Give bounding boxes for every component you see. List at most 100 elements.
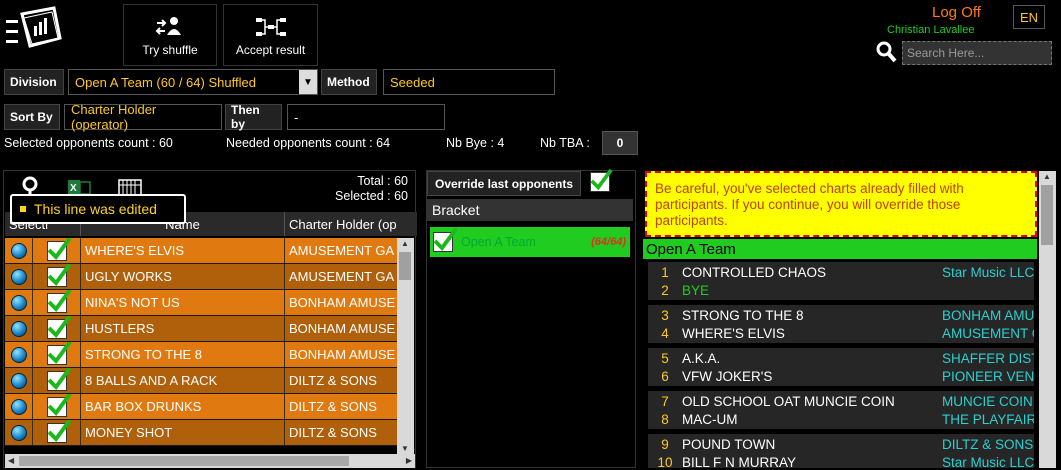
tba-value: 0 xyxy=(602,131,638,155)
logoff-link[interactable]: Log Off xyxy=(932,4,981,21)
team-owner: Star Music LLC xyxy=(942,454,1034,469)
team-title: Open A Team xyxy=(643,239,1037,259)
team-owner: Star Music LLC xyxy=(942,264,1034,280)
row-checkbox[interactable] xyxy=(46,420,72,443)
list-item[interactable]: 1 CONTROLLED CHAOS Star Music LLC xyxy=(648,263,1034,281)
row-holder: AMUSEMENT GA xyxy=(289,269,395,284)
list-item[interactable]: 10 BILL F N MURRAY Star Music LLC xyxy=(648,453,1034,469)
list-item[interactable]: 9 POUND TOWN DILTZ & SONS xyxy=(648,435,1034,453)
checkmark-icon xyxy=(47,368,72,390)
method-label: Method xyxy=(321,69,377,95)
try-shuffle-label: Try shuffle xyxy=(142,43,198,57)
language-button[interactable]: EN xyxy=(1013,5,1045,29)
thenby-label: Then by xyxy=(225,103,282,131)
scroll-right-icon[interactable]: ▶ xyxy=(406,456,412,465)
table-row[interactable]: 8 BALLS AND A RACK DILTZ & SONS xyxy=(5,368,397,394)
method-field[interactable]: Seeded xyxy=(383,69,555,95)
seed-number: 6 xyxy=(661,368,669,384)
search-icon[interactable] xyxy=(874,40,898,64)
row-checkbox[interactable] xyxy=(46,290,72,313)
scroll-thumb[interactable] xyxy=(1041,185,1053,245)
matchup: 3 STRONG TO THE 8 BONHAM AMUSE 4 WHERE'S… xyxy=(648,305,1034,343)
checkmark-icon xyxy=(47,420,72,442)
sortby-select[interactable]: Charter Holder (operator) xyxy=(64,102,222,132)
override-checkbox[interactable] xyxy=(590,168,613,192)
svg-text:X: X xyxy=(70,183,77,194)
team-owner: MUNCIE COIN xyxy=(942,393,1033,409)
status-dot-icon xyxy=(10,268,27,285)
seed-number: 7 xyxy=(661,393,669,409)
seed-number: 2 xyxy=(661,282,669,298)
status-dot-icon xyxy=(10,242,27,259)
scroll-thumb[interactable] xyxy=(399,252,411,280)
division-select[interactable]: Open A Team (60 / 64) Shuffled ▼ xyxy=(68,69,318,95)
shuffle-users-icon xyxy=(155,17,181,35)
table-row[interactable]: MONEY SHOT DILTZ & SONS xyxy=(5,420,397,446)
bracket-checkbox[interactable] xyxy=(433,227,458,252)
matchup: 7 OLD SCHOOL OAT MUNCIE COIN MUNCIE COIN… xyxy=(648,391,1034,429)
override-last-opponents-button[interactable]: Override last opponents xyxy=(427,171,581,196)
team-name: POUND TOWN xyxy=(682,436,776,452)
row-name: NINA'S NOT US xyxy=(81,290,285,315)
row-holder: AMUSEMENT GA xyxy=(289,243,395,258)
matchup: 5 A.K.A. SHAFFER DISTR 6 VFW JOKER'S PIO… xyxy=(648,348,1034,386)
seed-number: 10 xyxy=(657,454,673,469)
list-item[interactable]: 3 STRONG TO THE 8 BONHAM AMUSE xyxy=(648,306,1034,324)
matchup: 1 CONTROLLED CHAOS Star Music LLC 2 BYE xyxy=(648,262,1034,300)
row-holder: BONHAM AMUSE xyxy=(289,295,396,310)
app-menu-icon[interactable] xyxy=(4,4,76,60)
row-checkbox[interactable] xyxy=(46,238,72,261)
row-checkbox[interactable] xyxy=(46,342,72,365)
thenby-select[interactable]: - xyxy=(287,104,445,130)
grid-vertical-scrollbar[interactable]: ▲ ▼ xyxy=(397,238,414,454)
row-checkbox[interactable] xyxy=(46,316,72,339)
table-row[interactable]: HUSTLERS BONHAM AMUSE xyxy=(5,316,397,342)
checkmark-icon xyxy=(47,238,72,260)
try-shuffle-button[interactable]: Try shuffle xyxy=(123,4,217,66)
tba-label: Nb TBA : xyxy=(540,136,590,150)
team-name: A.K.A. xyxy=(682,350,721,366)
status-dot-icon xyxy=(10,398,27,415)
row-checkbox[interactable] xyxy=(46,264,72,287)
search-input[interactable] xyxy=(902,41,1052,65)
team-owner: BONHAM AMUSE xyxy=(942,307,1034,323)
tooltip-text: This line was edited xyxy=(34,201,157,217)
seed-number: 8 xyxy=(661,411,669,427)
needed-count: Needed opponents count : 64 xyxy=(226,136,391,150)
table-row[interactable]: NINA'S NOT US BONHAM AMUSE xyxy=(5,290,397,316)
team-name: VFW JOKER'S xyxy=(682,368,773,384)
list-item[interactable]: 4 WHERE'S ELVIS AMUSEMENT GA xyxy=(648,324,1034,342)
scroll-thumb[interactable] xyxy=(19,456,349,466)
scroll-up-icon[interactable]: ▲ xyxy=(401,239,409,248)
list-item[interactable]: 2 BYE xyxy=(648,281,1034,299)
table-row[interactable]: UGLY WORKS AMUSEMENT GA xyxy=(5,264,397,290)
row-checkbox[interactable] xyxy=(46,368,72,391)
list-item[interactable]: 5 A.K.A. SHAFFER DISTR xyxy=(648,349,1034,367)
list-item[interactable]: 7 OLD SCHOOL OAT MUNCIE COIN MUNCIE COIN xyxy=(648,392,1034,410)
row-checkbox[interactable] xyxy=(46,394,72,417)
bracket-item[interactable]: Open A Team (64/64) xyxy=(430,227,630,257)
table-row[interactable]: BAR BOX DRUNKS DILTZ & SONS xyxy=(5,394,397,420)
bracket-tree-icon xyxy=(255,18,286,36)
status-dot-icon xyxy=(10,320,27,337)
grid-horizontal-scrollbar[interactable]: ◀ ▶ xyxy=(5,454,415,468)
team-owner: AMUSEMENT GA xyxy=(942,325,1034,341)
accept-result-button[interactable]: Accept result xyxy=(223,4,318,66)
status-dot-icon xyxy=(10,372,27,389)
table-row[interactable]: STRONG TO THE 8 BONHAM AMUSE xyxy=(5,342,397,368)
edited-tooltip: This line was edited xyxy=(10,194,186,224)
scroll-up-icon[interactable]: ▲ xyxy=(1043,172,1051,181)
chevron-down-icon[interactable]: ▼ xyxy=(299,70,317,94)
matchup-vertical-scrollbar[interactable]: ▲ xyxy=(1039,171,1056,468)
selected-total: Selected : 60 xyxy=(335,189,408,203)
scroll-down-icon[interactable]: ▼ xyxy=(401,444,409,453)
scroll-left-icon[interactable]: ◀ xyxy=(8,456,14,465)
matchup: 9 POUND TOWN DILTZ & SONS 10 BILL F N MU… xyxy=(648,434,1034,468)
list-item[interactable]: 6 VFW JOKER'S PIONEER VENDI xyxy=(648,367,1034,385)
checkmark-icon xyxy=(47,264,72,286)
user-name: Christian Lavallee xyxy=(887,24,975,36)
list-item[interactable]: 8 MAC-UM THE PLAYFAIR xyxy=(648,410,1034,428)
col-holder[interactable]: Charter Holder (op xyxy=(285,212,417,236)
table-row[interactable]: WHERE'S ELVIS AMUSEMENT GA xyxy=(5,238,397,264)
row-name: UGLY WORKS xyxy=(81,264,285,289)
